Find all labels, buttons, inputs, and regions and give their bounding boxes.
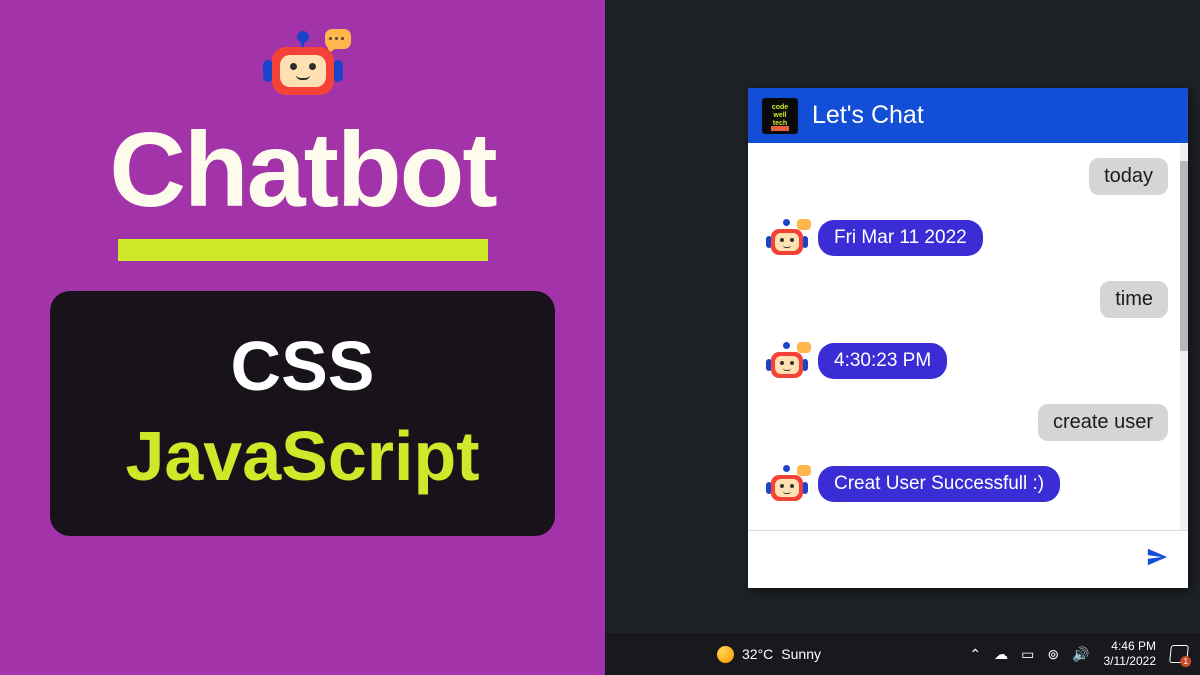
wifi-icon[interactable]: ⊚ xyxy=(1047,646,1059,663)
user-message: create user xyxy=(1038,404,1168,441)
notifications-icon[interactable]: 1 xyxy=(1169,645,1189,663)
bot-message: Creat User Successfull :) xyxy=(818,466,1060,502)
tech-box: CSS JavaScript xyxy=(50,291,554,536)
chevron-up-icon[interactable]: ⌃ xyxy=(969,646,981,663)
user-message: today xyxy=(1089,158,1168,195)
taskbar: 32°C Sunny ⌃ ☁ ▭ ⊚ 🔊 4:46 PM 3/11/2022 1 xyxy=(605,633,1200,675)
chatbot-hero-icon xyxy=(263,25,343,105)
weather-temp: 32°C xyxy=(742,646,773,662)
bot-avatar-icon xyxy=(766,463,808,505)
chat-messages[interactable]: today Fri Mar 11 2022 time 4: xyxy=(748,143,1188,530)
chat-title: Let's Chat xyxy=(812,101,924,130)
clock[interactable]: 4:46 PM 3/11/2022 xyxy=(1104,639,1157,669)
tech-label-css: CSS xyxy=(231,326,375,406)
send-icon[interactable] xyxy=(1146,546,1168,574)
bot-avatar-icon xyxy=(766,340,808,382)
promo-title: Chatbot xyxy=(109,110,495,231)
tech-label-js: JavaScript xyxy=(125,416,479,496)
clock-date: 3/11/2022 xyxy=(1104,654,1157,669)
message-row: Fri Mar 11 2022 xyxy=(766,217,1180,259)
chat-input-area[interactable] xyxy=(748,530,1188,588)
system-tray: ⌃ ☁ ▭ ⊚ 🔊 xyxy=(969,646,1089,663)
message-row: create user xyxy=(766,404,1180,441)
chat-header: codewelltech Let's Chat xyxy=(748,88,1188,143)
user-message: time xyxy=(1100,281,1168,318)
message-row: time xyxy=(766,281,1180,318)
message-row: 4:30:23 PM xyxy=(766,340,1180,382)
bot-message: 4:30:23 PM xyxy=(818,343,947,379)
volume-icon[interactable]: 🔊 xyxy=(1072,646,1089,663)
weather-condition: Sunny xyxy=(781,646,821,662)
promo-content: Chatbot CSS JavaScript xyxy=(0,0,605,675)
clock-time: 4:46 PM xyxy=(1111,639,1156,654)
message-row: Creat User Successfull :) xyxy=(766,463,1180,505)
promo-panel: Chatbot CSS JavaScript xyxy=(0,0,605,675)
weather-widget[interactable]: 32°C Sunny xyxy=(717,646,821,663)
battery-icon[interactable]: ▭ xyxy=(1021,646,1034,663)
onedrive-icon[interactable]: ☁ xyxy=(994,646,1008,663)
bot-message: Fri Mar 11 2022 xyxy=(818,220,983,256)
title-underline xyxy=(118,239,488,261)
weather-icon xyxy=(717,646,734,663)
brand-icon: codewelltech xyxy=(762,98,798,134)
notification-badge: 1 xyxy=(1180,656,1191,667)
chat-widget: codewelltech Let's Chat today Fri Mar 11… xyxy=(748,88,1188,588)
scrollbar-thumb[interactable] xyxy=(1180,161,1188,351)
message-row: today xyxy=(766,158,1180,195)
desktop-panel: codewelltech Let's Chat today Fri Mar 11… xyxy=(605,0,1200,675)
scrollbar[interactable] xyxy=(1180,143,1188,530)
bot-avatar-icon xyxy=(766,217,808,259)
